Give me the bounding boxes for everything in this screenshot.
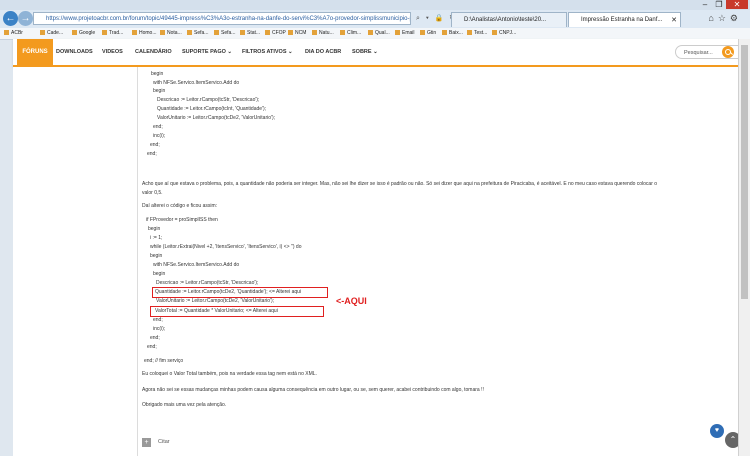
heart-icon[interactable]: ♥ <box>710 424 724 438</box>
post-content-area <box>13 67 738 456</box>
fav-item[interactable]: ACBr <box>4 28 23 39</box>
code-line: end; <box>153 124 163 130</box>
scrollbar-thumb[interactable] <box>741 45 748 299</box>
nav-sobre[interactable]: SOBRE ⌄ <box>352 39 378 65</box>
fav-item[interactable]: Natu... <box>312 28 334 39</box>
code-line: end; // fim serviço <box>144 358 184 364</box>
code-line: i := 1; <box>150 235 163 241</box>
back-button[interactable]: ← <box>3 11 18 26</box>
code-line: ValorUnitario := Leitor.rCampo(tcDe2, 'V… <box>156 298 275 304</box>
code-line: end; <box>150 335 160 341</box>
code-line: end; <box>147 344 157 350</box>
window-controls: – ❐ ✕ <box>698 0 748 10</box>
fav-item[interactable]: Baix... <box>442 28 463 39</box>
fav-item[interactable]: Cade... <box>40 28 63 39</box>
gear-icon[interactable]: ⚙ <box>730 13 742 23</box>
fav-item[interactable]: Sefa... <box>214 28 235 39</box>
code-line: begin <box>153 271 166 277</box>
code-line: ValorUnitario := Leitor.rCampo(tcDe2, 'V… <box>157 115 276 121</box>
nav-videos[interactable]: VIDEOS <box>102 39 123 65</box>
fav-item[interactable]: Homo... <box>132 28 157 39</box>
fav-item[interactable]: Clim... <box>340 28 361 39</box>
nav-calendario[interactable]: CALENDÁRIO <box>135 39 172 65</box>
code-line: begin <box>151 71 164 77</box>
code-line: Descricao := Leitor.rCampo(tcStr, 'Descr… <box>157 97 260 103</box>
code-line: Descricao := Leitor.rCampo(tcStr, 'Descr… <box>156 280 259 286</box>
forward-button[interactable]: → <box>18 11 33 26</box>
post-paragraph: Daí alterei o código e ficou assim: <box>142 203 218 209</box>
toolbar-icons: ⌂☆⚙ <box>708 13 742 24</box>
code-line: if FProvedor = proSimplISS then <box>146 217 218 223</box>
post-paragraph: Eu coloquei o Valor Total também, pois n… <box>142 371 317 377</box>
tab-close-icon[interactable]: ✕ <box>671 13 677 27</box>
code-line: end; <box>150 142 160 148</box>
maximize-button[interactable]: ❐ <box>712 0 726 9</box>
quote-button[interactable]: Citar <box>158 439 170 445</box>
fav-item[interactable]: Sefa... <box>187 28 208 39</box>
highlight-box <box>150 306 324 317</box>
tab-analistas[interactable]: D:\Analistas\Antonio\teste\20... <box>451 12 567 27</box>
code-line: begin <box>148 226 161 232</box>
code-line: end; <box>153 317 163 323</box>
post-paragraph: Obrigado mais uma vez pela atenção. <box>142 402 227 408</box>
search-icon[interactable] <box>722 46 734 58</box>
close-window-button[interactable]: ✕ <box>726 0 748 9</box>
post-paragraph: Agora não sei se essas mudanças minhas p… <box>142 387 484 393</box>
nav-downloads[interactable]: DOWNLOADS <box>56 39 93 65</box>
fav-item[interactable]: Qual... <box>368 28 390 39</box>
post-paragraph: Acho que aí que estava o problema, pois,… <box>142 181 658 187</box>
fav-item[interactable]: Email <box>395 28 415 39</box>
code-line: with NFSe.Servico.ItemServico.Add do <box>153 80 240 86</box>
code-line: begin <box>150 253 163 259</box>
code-line: with NFSe.Servico.ItemServico.Add do <box>153 262 240 268</box>
code-line: begin <box>153 88 166 94</box>
post-paragraph: valor 0,5. <box>142 190 163 196</box>
fav-item[interactable]: Stat... <box>240 28 260 39</box>
nav-forums[interactable]: FÓRUNS <box>17 39 53 65</box>
highlight-box <box>152 287 328 298</box>
site-header: FÓRUNS DOWNLOADS VIDEOS CALENDÁRIO SUPOR… <box>13 39 745 67</box>
home-icon[interactable]: ⌂ <box>708 13 717 23</box>
search-input[interactable]: Pesquisar... <box>675 45 745 59</box>
annotation-arrow-text: <-AQUI <box>336 296 367 306</box>
code-line: end; <box>147 151 157 157</box>
fav-item[interactable]: Gtin <box>420 28 436 39</box>
favorites-star-icon[interactable]: ☆ <box>718 13 730 23</box>
nav-dia-do-acbr[interactable]: DIA DO ACBR <box>305 39 341 65</box>
address-bar[interactable]: https://www.projetoacbr.com.br/forum/top… <box>33 12 411 25</box>
code-line: inc(i); <box>153 326 166 332</box>
tab-impressao[interactable]: Impressão Estranha na Danf... ✕ <box>568 12 681 27</box>
fav-item[interactable]: Test... <box>467 28 487 39</box>
code-line: inc(i); <box>153 133 166 139</box>
fav-item[interactable]: Google <box>72 28 95 39</box>
fav-item[interactable]: Trad... <box>102 28 123 39</box>
nav-filtros-ativos[interactable]: FILTROS ATIVOS ⌄ <box>242 39 293 65</box>
fav-item[interactable]: CFOP <box>265 28 286 39</box>
fav-item[interactable]: CNPJ... <box>492 28 516 39</box>
minimize-button[interactable]: – <box>698 0 712 9</box>
quote-plus-icon[interactable]: + <box>142 438 151 447</box>
fav-item[interactable]: NCM <box>288 28 306 39</box>
code-line: while (Leitor.rExtrai(Nivel +2, 'ItensSe… <box>150 244 302 250</box>
page-scrollbar[interactable] <box>738 39 750 456</box>
code-line: Quantidade := Leitor.rCampo(tcInt, 'Quan… <box>157 106 267 112</box>
browser-toolbar: ← → https://www.projetoacbr.com.br/forum… <box>0 10 750 28</box>
window-titlebar: – ❐ ✕ <box>0 0 750 10</box>
nav-suporte-pago[interactable]: SUPORTE PAGO ⌄ <box>182 39 232 65</box>
post-divider <box>137 67 138 456</box>
fav-item[interactable]: Nota... <box>160 28 182 39</box>
